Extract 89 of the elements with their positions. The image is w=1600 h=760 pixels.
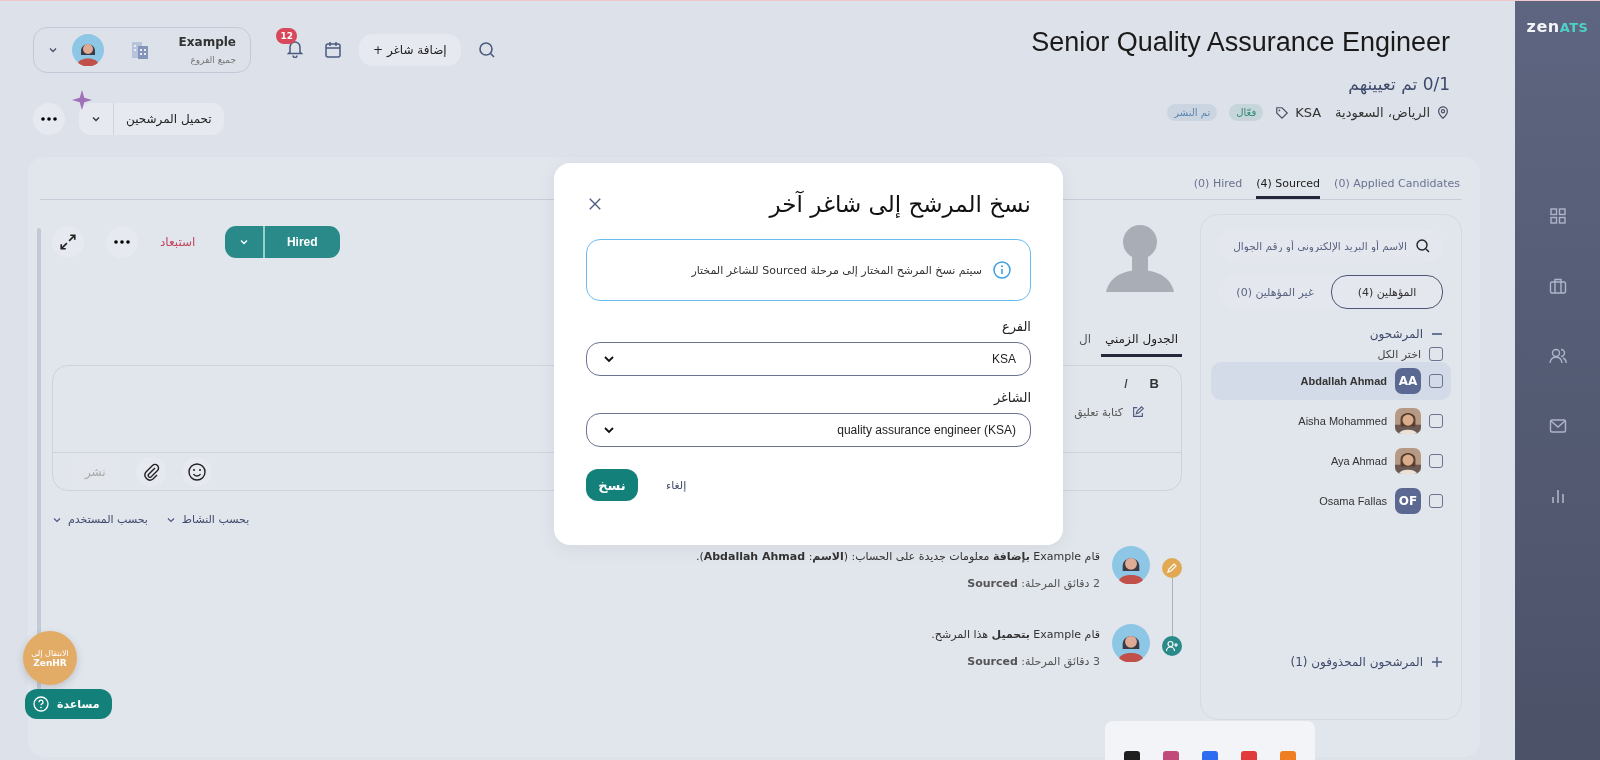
- italic-button[interactable]: I: [1124, 376, 1128, 391]
- briefcase-icon[interactable]: [1547, 276, 1568, 296]
- deleted-candidates-link[interactable]: المرشحون المحذوفون (1): [1290, 655, 1423, 669]
- more-button[interactable]: [106, 226, 138, 258]
- sparkle-icon: [71, 89, 93, 111]
- filter-dropdown[interactable]: بحسب النشاط: [165, 513, 250, 526]
- status-badge: تم النشر: [1167, 104, 1218, 121]
- expand-icon: [59, 233, 77, 251]
- add-job-button[interactable]: إضافة شاغر +: [359, 34, 461, 66]
- plus-icon: [1431, 656, 1443, 668]
- copy-button[interactable]: نسخ: [586, 469, 638, 501]
- candidate-tab[interactable]: الجدول الزمني: [1100, 326, 1182, 357]
- more-button[interactable]: [33, 103, 65, 135]
- candidate-tab[interactable]: ال: [1074, 326, 1095, 357]
- users-icon[interactable]: [1547, 346, 1568, 366]
- pencil-icon: [1162, 558, 1182, 578]
- add-user-icon: [1162, 636, 1182, 656]
- dialog-title: نسخ المرشح إلى شاغر آخر: [769, 191, 1031, 217]
- cancel-button[interactable]: إلغاء: [666, 478, 687, 492]
- user-name: Example: [178, 35, 236, 49]
- stage-tab[interactable]: (4) Sourced: [1256, 157, 1321, 199]
- candidate-name: Aya Ahmad: [1330, 455, 1387, 467]
- tag-icon: [1275, 105, 1290, 120]
- status-badge: فعّال: [1229, 104, 1264, 121]
- candidate-item[interactable]: Aisha Mohammed: [1211, 402, 1451, 440]
- caret-icon: [48, 45, 58, 55]
- select-all-label: اختر الكل: [1377, 347, 1421, 361]
- expand-button[interactable]: [52, 226, 84, 258]
- avatar-icon: [1112, 624, 1150, 662]
- reject-button[interactable]: استبعاد: [160, 235, 196, 249]
- help-icon: [33, 696, 49, 712]
- initials-avatar: OF: [1395, 488, 1421, 514]
- close-icon[interactable]: [588, 197, 602, 211]
- job-title: Senior Quality Assurance Engineer: [1031, 27, 1450, 58]
- app-icon[interactable]: [1124, 751, 1141, 760]
- logo: zenATS: [1526, 17, 1589, 36]
- filter-dropdown[interactable]: بحسب المستخدم: [52, 513, 148, 526]
- select-field[interactable]: quality assurance engineer (KSA): [586, 413, 1031, 447]
- candidate-name: Aisha Mohammed: [1298, 415, 1387, 427]
- activity-text: قام Example بتحميل هذا المرشح.: [931, 628, 1100, 641]
- user-branch: جميع الفروع: [190, 55, 236, 65]
- notification-badge: 12: [276, 28, 297, 44]
- filter-tab[interactable]: غير المؤهلين (0): [1219, 275, 1331, 309]
- emoji-button[interactable]: [181, 456, 212, 487]
- caret-icon: [91, 114, 101, 124]
- candidate-item[interactable]: Aya Ahmad: [1211, 442, 1451, 480]
- candidate-name: Abdallah Ahmad: [1300, 375, 1387, 387]
- location-text: الرياض، السعودية: [1335, 105, 1430, 120]
- checkbox[interactable]: [1429, 414, 1443, 428]
- info-text: سيتم نسخ المرشح المختار إلى مرحلة Sourced للشاغر المختار: [691, 263, 982, 277]
- more-icon: [41, 117, 57, 121]
- help-button[interactable]: مساعدة: [25, 689, 112, 719]
- checkbox[interactable]: [1429, 374, 1443, 388]
- filter-tab[interactable]: المؤهلين (4): [1331, 275, 1443, 309]
- dashboard-icon[interactable]: [1547, 206, 1568, 226]
- checkbox[interactable]: [1429, 347, 1443, 361]
- checkbox[interactable]: [1429, 454, 1443, 468]
- avatar-icon: [1112, 546, 1150, 584]
- group-label: المرشحون: [1369, 327, 1423, 341]
- stage-tab[interactable]: (0) Hired: [1193, 157, 1243, 199]
- mail-icon[interactable]: [1547, 416, 1568, 436]
- search-icon[interactable]: [476, 40, 497, 60]
- select-field[interactable]: KSA: [586, 342, 1031, 376]
- candidate-name: Osama Fallas: [1319, 495, 1387, 507]
- search-icon: [1415, 238, 1431, 254]
- attach-button[interactable]: [135, 456, 166, 487]
- stage-tab[interactable]: (0) Applied Candidates: [1334, 157, 1460, 199]
- branch-tag: KSA: [1295, 105, 1322, 120]
- bold-button[interactable]: B: [1149, 376, 1159, 391]
- checkbox[interactable]: [1429, 494, 1443, 508]
- candidate-item[interactable]: Abdallah Ahmad AA: [1211, 362, 1451, 400]
- field-label: الشاغر: [992, 390, 1031, 405]
- upload-candidates-button[interactable]: تحميل المرشحين: [79, 103, 224, 135]
- hired-count: 0/1 تم تعيينهم: [1348, 74, 1450, 94]
- calendar-icon[interactable]: [323, 40, 343, 60]
- caret-icon: [239, 237, 250, 247]
- more-icon: [114, 240, 130, 244]
- avatar-icon: [72, 34, 104, 66]
- stage-button[interactable]: Hired: [225, 226, 340, 258]
- smiley-icon: [186, 461, 207, 482]
- candidate-item[interactable]: Osama Fallas OF: [1211, 482, 1451, 520]
- location-pin-icon: [1436, 105, 1450, 120]
- field-label: الفرع: [1000, 319, 1031, 334]
- initials-avatar: AA: [1395, 368, 1421, 394]
- chevron-down-icon: [603, 353, 615, 365]
- info-icon: [992, 260, 1012, 280]
- comment-placeholder[interactable]: كتابة تعليق: [1074, 405, 1123, 419]
- edit-icon: [1131, 405, 1145, 419]
- chevron-down-icon: [603, 424, 615, 436]
